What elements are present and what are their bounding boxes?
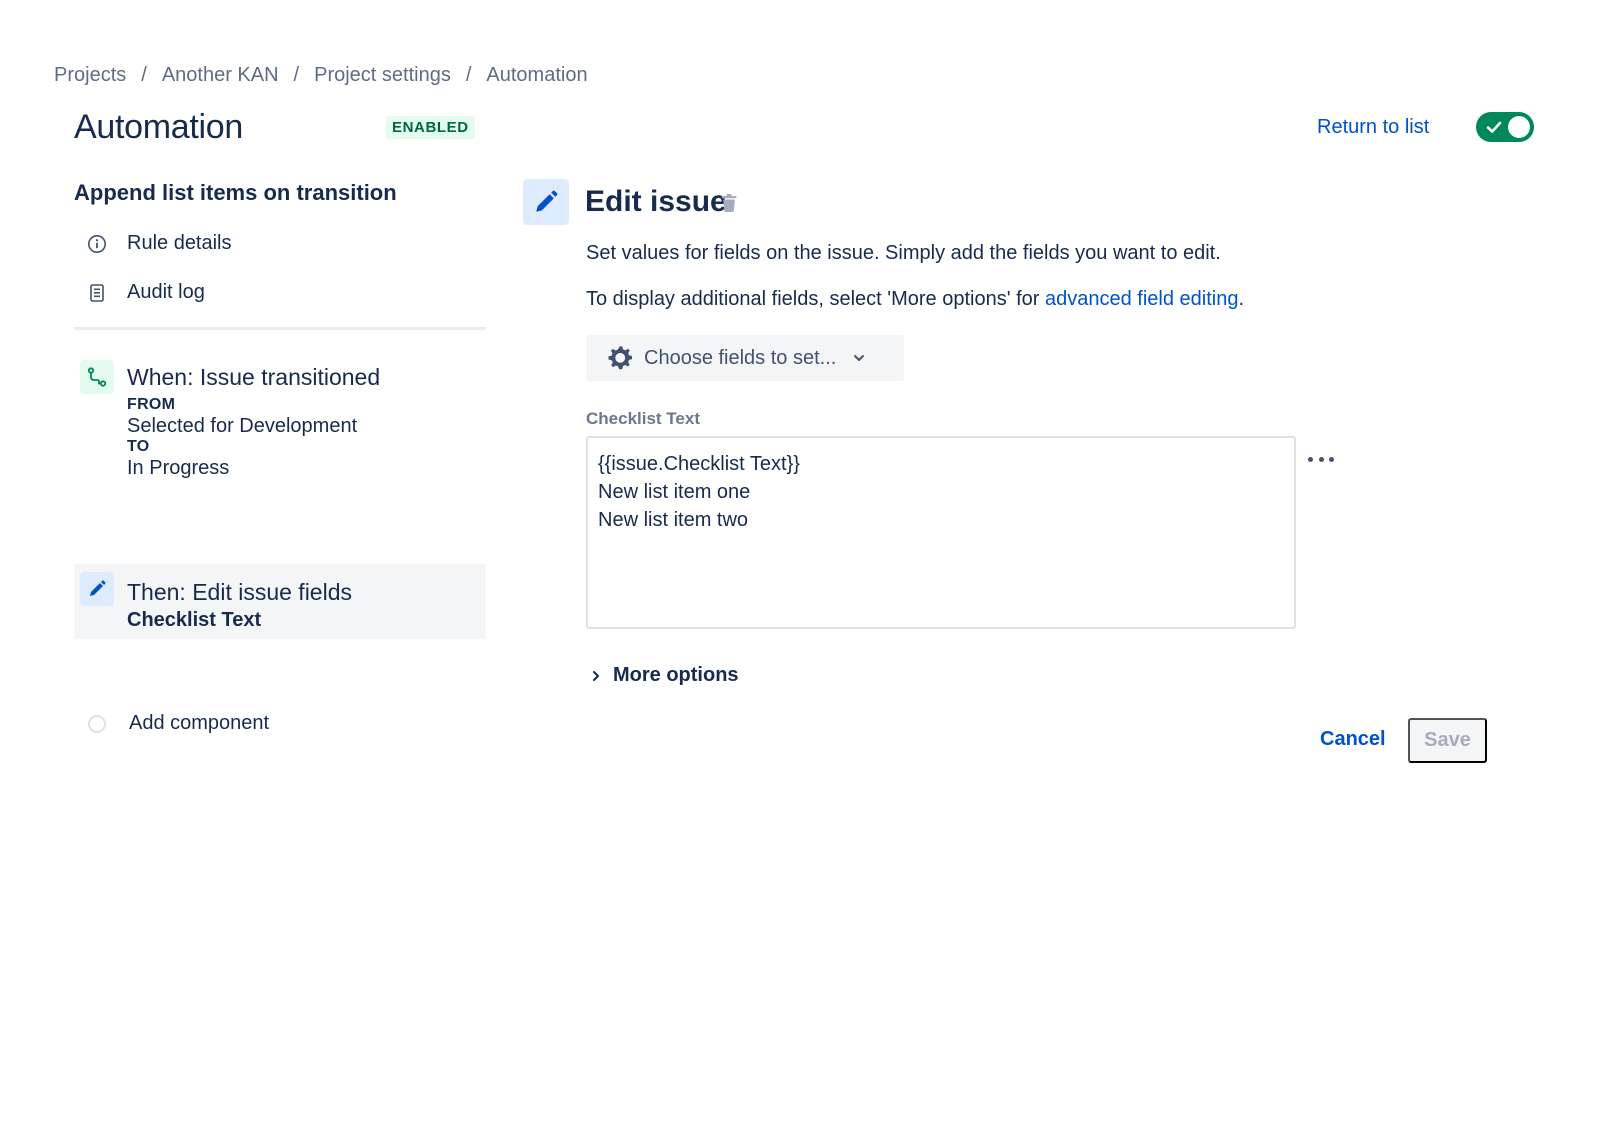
sidebar-item-label: Rule details [127,232,232,254]
advanced-field-editing-link[interactable]: advanced field editing [1045,288,1238,310]
sidebar-divider [74,327,486,330]
trigger-step[interactable]: When: Issue transitioned FROM Selected f… [80,360,486,480]
checklist-text-field[interactable] [586,436,1296,629]
checklist-text-label: Checklist Text [586,409,701,428]
gear-icon [608,346,633,370]
document-icon [86,282,108,304]
more-actions-icon[interactable] [1306,447,1336,471]
sidebar-item-label: Audit log [127,281,205,303]
breadcrumb-project-settings[interactable]: Project settings [314,64,451,87]
more-options-label: More options [613,664,739,686]
pencil-icon [523,179,569,225]
description-period: . [1238,288,1245,310]
trigger-to-value: In Progress [127,457,230,479]
trash-icon[interactable] [720,193,738,213]
choose-fields-label: Choose fields to set... [644,346,837,369]
page-title: Automation [74,108,243,146]
breadcrumb-separator: / [465,64,472,86]
return-to-list-link[interactable]: Return to list [1317,116,1429,139]
chevron-down-icon [854,355,865,361]
action-subtitle: Checklist Text [127,609,262,631]
breadcrumb-separator: / [293,64,300,86]
add-component-label: Add component [129,712,270,734]
sidebar-item-audit-log[interactable]: Audit log [86,281,205,304]
choose-fields-dropdown[interactable]: Choose fields to set... [586,335,904,381]
editor-description-advanced: To display additional fields, select 'Mo… [586,288,1244,311]
more-options-toggle[interactable]: More options [589,664,739,687]
transition-icon [80,360,114,394]
editor-title: Edit issue [585,185,727,218]
rule-enabled-toggle[interactable] [1476,112,1534,142]
breadcrumb-projects[interactable]: Projects [54,64,126,87]
trigger-from-label: FROM [127,396,176,413]
toggle-knob [1508,116,1530,138]
trigger-from-value: Selected for Development [127,415,358,437]
breadcrumb-automation[interactable]: Automation [486,64,587,87]
info-icon [86,233,108,255]
status-badge: ENABLED [386,116,475,139]
editor-description: Set values for fields on the issue. Simp… [586,242,1221,264]
save-button[interactable]: Save [1408,718,1487,763]
description-text: To display additional fields, select 'Mo… [586,288,1045,310]
cancel-button[interactable]: Cancel [1320,728,1386,751]
breadcrumb: Projects / Another KAN / Project setting… [54,64,588,87]
trigger-to-label: TO [127,438,150,455]
add-circle-icon [88,714,106,733]
trigger-title: When: Issue transitioned [127,364,381,390]
rule-name: Append list items on transition [74,180,397,205]
pencil-icon [80,572,114,606]
chevron-right-icon [593,670,599,681]
breadcrumb-separator: / [141,64,147,86]
breadcrumb-project[interactable]: Another KAN [162,64,279,87]
check-icon [1486,121,1502,133]
add-component-button[interactable]: Add component [86,712,269,735]
action-step[interactable]: Then: Edit issue fields Checklist Text [74,564,486,639]
action-title: Then: Edit issue fields [127,579,353,605]
sidebar-item-rule-details[interactable]: Rule details [86,232,232,255]
